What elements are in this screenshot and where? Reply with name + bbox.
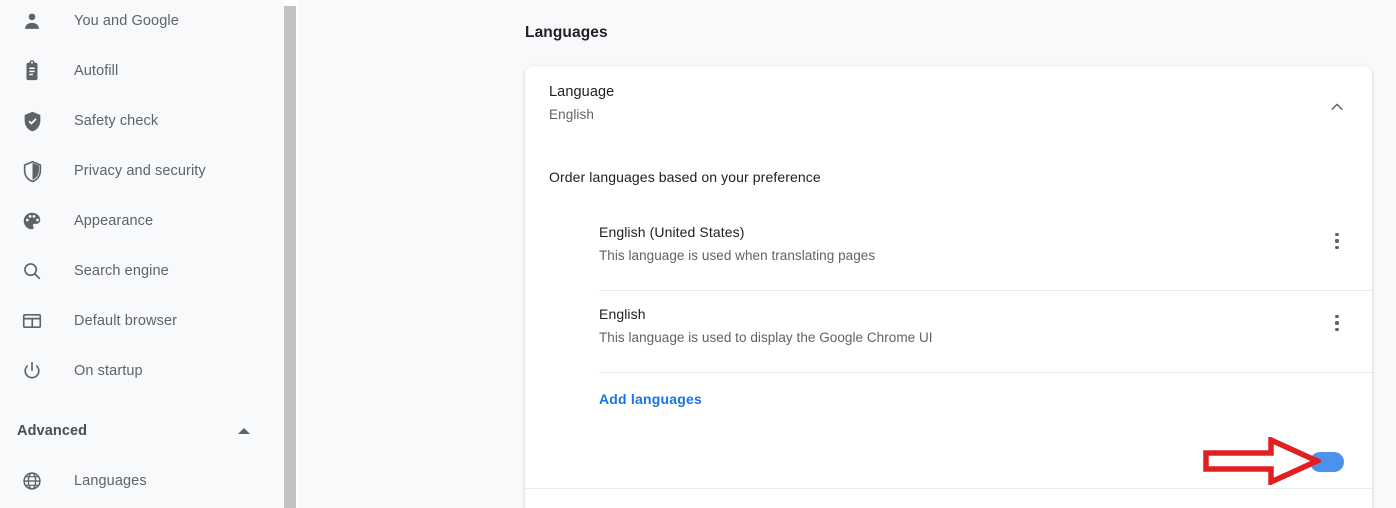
language-settings-card: Language English Order languages based o… [525,66,1372,508]
sidebar-item-label: Privacy and security [74,163,206,179]
sidebar-item-safety-check[interactable]: Safety check [0,96,284,146]
order-languages-label: Order languages based on your preference [549,169,821,185]
more-vert-icon [1335,233,1339,237]
language-list-item[interactable]: English (United States) This language is… [599,224,1372,263]
person-icon [20,9,44,33]
page-title: Languages [525,24,608,41]
sidebar-item-you-and-google[interactable]: You and Google [0,0,284,46]
shield-check-icon [20,109,44,133]
sidebar-item-label: Appearance [74,213,154,229]
more-vert-icon [1335,315,1339,319]
globe-icon [20,469,44,493]
sidebar-item-label: Default browser [74,313,178,329]
sidebar-item-search-engine[interactable]: Search engine [0,246,284,296]
more-vert-icon [1335,321,1339,325]
settings-page: You and Google Autofill Safety check Pri… [0,0,1396,508]
list-divider [599,290,1372,291]
offer-to-translate-toggle[interactable] [1310,452,1344,472]
sidebar-item-label: On startup [74,363,143,379]
sidebar-item-label: Languages [74,473,147,489]
language-card-title: Language [549,84,615,100]
sidebar-item-label: You and Google [74,13,179,29]
language-card-header: Language English [549,84,614,122]
language-description: This language is used to display the Goo… [599,330,933,345]
sidebar-item-autofill[interactable]: Autofill [0,46,284,96]
sidebar-item-label: Search engine [74,263,169,279]
sidebar-item-default-browser[interactable]: Default browser [0,296,284,346]
list-divider [599,372,1372,373]
collapse-section-button[interactable] [1320,92,1354,126]
clipboard-icon [20,59,44,83]
sidebar-item-privacy-and-security[interactable]: Privacy and security [0,146,284,196]
language-list-item[interactable]: English This language is used to display… [599,306,1372,345]
language-name: English [599,306,646,322]
sidebar-section-advanced[interactable]: Advanced [0,406,284,456]
sidebar-section-label: Advanced [17,423,88,439]
language-card-subtitle: English [549,107,594,122]
settings-sidebar: You and Google Autofill Safety check Pri… [0,0,284,508]
more-vert-icon [1335,327,1339,331]
more-vert-icon [1335,239,1339,243]
sidebar-item-label: Safety check [74,113,159,129]
sidebar-item-appearance[interactable]: Appearance [0,196,284,246]
language-name: English (United States) [599,224,745,240]
chevron-up-icon [238,428,250,434]
browser-window-icon [20,309,44,333]
power-icon [20,359,44,383]
sidebar-item-languages[interactable]: Languages [0,456,284,506]
language-options-menu-button[interactable] [1322,308,1352,338]
language-description: This language is used when translating p… [599,248,876,263]
search-icon [20,259,44,283]
settings-main-content: Languages Language English Order languag… [297,0,1396,508]
more-vert-icon [1335,245,1339,249]
sidebar-item-label: Autofill [74,63,119,79]
language-options-menu-button[interactable] [1322,226,1352,256]
add-languages-link[interactable]: Add languages [599,391,702,407]
palette-icon [20,209,44,233]
sidebar-scrollbar-thumb[interactable] [284,6,296,508]
sidebar-item-on-startup[interactable]: On startup [0,346,284,396]
chevron-up-icon [1328,98,1346,121]
offer-to-translate-row: Offer to translate pages that aren't in … [525,488,1372,508]
shield-half-icon [20,159,44,183]
